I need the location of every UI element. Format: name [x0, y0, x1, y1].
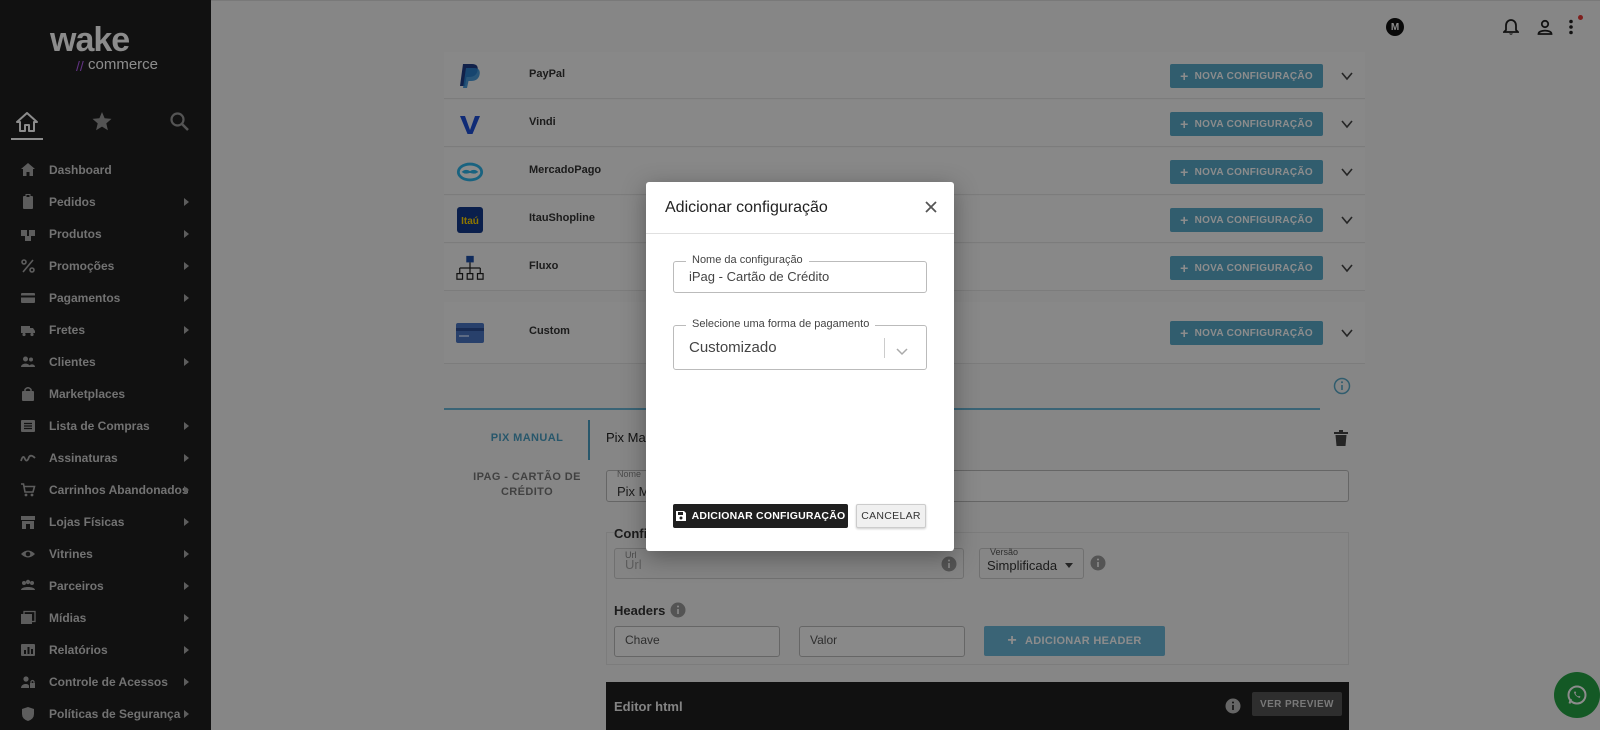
- payment-method-value: Customizado: [689, 339, 777, 356]
- cancel-button[interactable]: CANCELAR: [856, 504, 926, 528]
- payment-method-select[interactable]: Selecione uma forma de pagamento Customi…: [673, 318, 927, 370]
- modal-header: Adicionar configuração: [646, 182, 954, 234]
- select-separator: [884, 338, 885, 358]
- config-name-input-value: iPag - Cartão de Crédito: [689, 269, 830, 284]
- add-config-label: ADICIONAR CONFIGURAÇÃO: [691, 510, 846, 522]
- payment-method-label: Selecione uma forma de pagamento: [686, 318, 876, 330]
- close-button[interactable]: [924, 200, 938, 214]
- config-name-input-label: Nome da configuração: [686, 254, 809, 266]
- modal-title: Adicionar configuração: [665, 199, 828, 216]
- chevron-down-icon: [896, 343, 908, 361]
- add-config-button[interactable]: ADICIONAR CONFIGURAÇÃO: [673, 504, 848, 528]
- config-name-input[interactable]: Nome da configuração iPag - Cartão de Cr…: [673, 254, 927, 293]
- save-icon: [675, 511, 686, 521]
- add-config-modal: Adicionar configuração Nome da configura…: [646, 182, 954, 551]
- close-icon: [925, 201, 937, 213]
